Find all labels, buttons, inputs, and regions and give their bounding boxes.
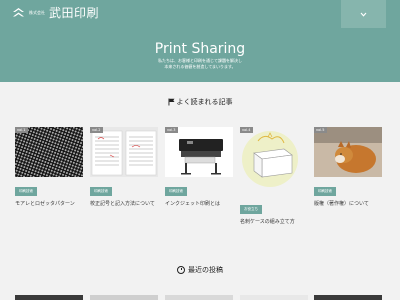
article-card-1: vol.1 印刷技術 モアレとロゼッタパターン [15,127,83,208]
article-category-4[interactable]: お役立ち [240,205,262,214]
recent-thumbnail-1[interactable] [15,295,83,300]
moire-pattern-image [15,127,83,177]
article-title-4[interactable]: 名刺ケースの組み立て方 [240,219,308,226]
site-description-line-2: 本来される価値を創造してまいります。 [164,64,236,69]
site-title: Print Sharing [154,41,246,58]
article-card-4: vol.4 お役立ち 名刺ケースの組み立て方 [240,127,308,226]
proofreading-document-image [90,127,158,177]
article-title-5[interactable]: 版権（著作権）について [314,201,382,208]
chevron-down-icon [360,12,367,17]
article-title-2[interactable]: 校正記号と記入方法について [90,201,158,208]
popular-heading-text: よく読まれる記事 [176,98,233,106]
logo[interactable]: 株式会社 武田印刷 [12,7,99,20]
article-title-1[interactable]: モアレとロゼッタパターン [15,201,83,208]
article-category-1[interactable]: 印刷技術 [15,187,37,196]
recent-thumbnail-3[interactable] [165,295,233,300]
article-thumbnail-1[interactable]: vol.1 [15,127,83,177]
article-category-2[interactable]: 印刷技術 [90,187,112,196]
recent-thumbnail-2[interactable] [90,295,158,300]
article-vol-3: vol.3 [165,127,178,133]
article-card-5: vol.5 印刷技術 版権（著作権）について [314,127,382,208]
recent-heading-text: 最近の投稿 [188,266,223,274]
logo-icon [13,8,24,17]
flag-icon [168,98,174,106]
site-description: 私たちは、お客様と印刷を通じて課題を解決し 本来される価値を創造してまいります。 [0,58,400,70]
inkjet-printer-image [165,127,233,177]
recent-thumbnail-5[interactable] [314,295,382,300]
logo-company-name: 武田印刷 [49,6,100,20]
dog-photo-image [314,127,382,177]
article-title-3[interactable]: インクジェット印刷とは [165,201,233,208]
menu-button[interactable] [341,0,386,28]
hero-header: 株式会社 武田印刷 Print Sharing 私たちは、お客様と印刷を通じて課… [0,0,400,82]
recent-heading: 最近の投稿 [0,266,400,275]
article-card-2: vol.2 印刷技術 校正記号と記入方法について [90,127,158,208]
clock-icon [177,266,185,274]
article-vol-1: vol.1 [15,127,28,133]
article-vol-4: vol.4 [240,127,253,133]
article-thumbnail-2[interactable]: vol.2 [90,127,158,177]
article-thumbnail-5[interactable]: vol.5 [314,127,382,177]
article-vol-5: vol.5 [314,127,327,133]
article-card-3: vol.3 印刷技術 インクジェット印刷とは [165,127,233,208]
article-thumbnail-4[interactable]: vol.4 [240,127,308,195]
popular-heading: よく読まれる記事 [0,98,400,107]
article-thumbnail-3[interactable]: vol.3 [165,127,233,177]
article-category-3[interactable]: 印刷技術 [165,187,187,196]
article-category-5[interactable]: 印刷技術 [314,187,336,196]
business-card-case-image [240,127,308,195]
logo-company-type: 株式会社 [29,10,45,16]
article-vol-2: vol.2 [90,127,103,133]
recent-thumbnail-4[interactable] [240,295,308,300]
